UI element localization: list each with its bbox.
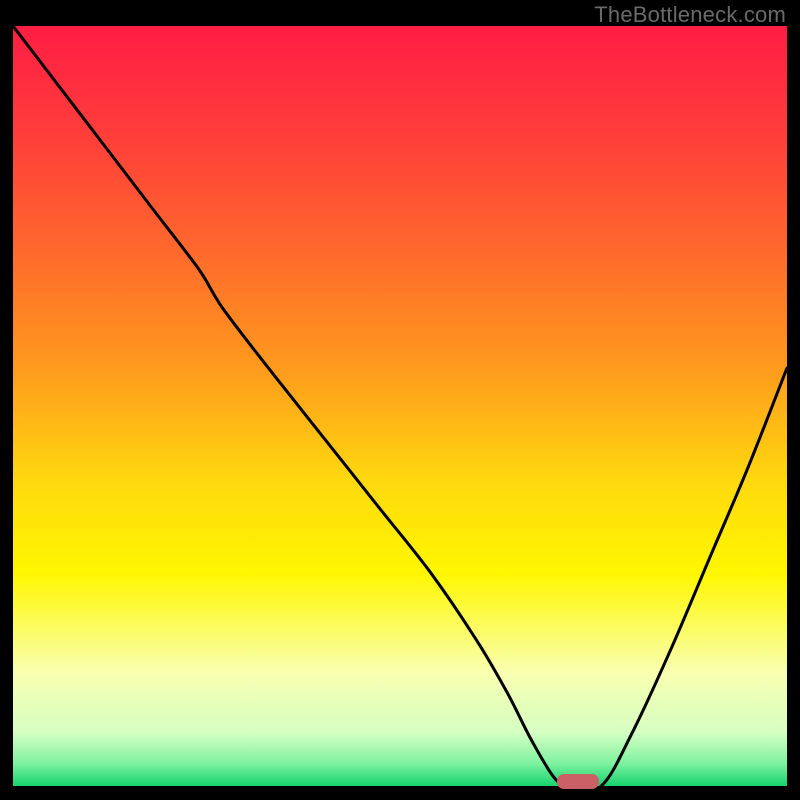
chart-background bbox=[13, 26, 787, 786]
optimal-marker bbox=[557, 774, 599, 789]
watermark-text: TheBottleneck.com bbox=[594, 2, 786, 28]
bottleneck-chart bbox=[13, 26, 787, 786]
chart-frame bbox=[13, 26, 787, 786]
